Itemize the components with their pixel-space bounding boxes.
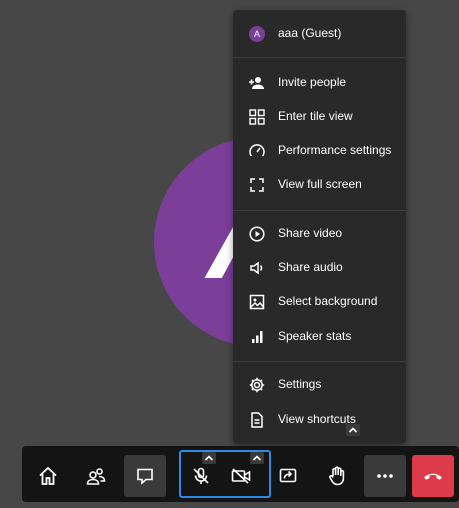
add-person-icon xyxy=(248,74,266,92)
menu-item-settings[interactable]: Settings xyxy=(233,368,406,402)
menu-item-speaker-stats[interactable]: Speaker stats xyxy=(233,320,406,354)
fullscreen-icon xyxy=(248,176,266,194)
bar-chart-icon xyxy=(248,328,266,346)
microphone-options-button[interactable] xyxy=(202,452,216,464)
menu-item-performance-settings[interactable]: Performance settings xyxy=(233,134,406,168)
overflow-menu: A aaa (Guest) Invite people Enter tile v… xyxy=(233,10,406,444)
menu-item-label: Select background xyxy=(278,294,378,308)
participants-icon xyxy=(85,465,107,487)
menu-item-label: Invite people xyxy=(278,75,347,89)
menu-guest-profile[interactable]: A aaa (Guest) xyxy=(233,17,406,51)
guest-name: aaa (Guest) xyxy=(278,26,342,40)
play-circle-icon xyxy=(248,225,266,243)
home-button[interactable] xyxy=(27,455,69,497)
home-icon xyxy=(37,465,59,487)
menu-item-invite-people[interactable]: Invite people xyxy=(233,66,406,100)
menu-divider xyxy=(233,210,406,211)
document-icon xyxy=(248,411,266,429)
menu-item-select-background[interactable]: Select background xyxy=(233,285,406,319)
menu-item-label: Share audio xyxy=(278,260,343,274)
menu-item-view-shortcuts[interactable]: View shortcuts xyxy=(233,403,406,437)
share-screen-icon xyxy=(278,466,298,486)
menu-item-share-audio[interactable]: Share audio xyxy=(233,251,406,285)
menu-item-label: View shortcuts xyxy=(278,412,356,426)
image-icon xyxy=(248,293,266,311)
menu-item-label: Share video xyxy=(278,226,343,240)
guest-avatar: A xyxy=(248,25,266,43)
camera-options-button[interactable] xyxy=(250,452,264,464)
more-actions-button[interactable] xyxy=(364,455,406,497)
menu-item-full-screen[interactable]: View full screen xyxy=(233,168,406,202)
chevron-up-icon xyxy=(252,454,262,462)
share-screen-button[interactable] xyxy=(267,455,309,497)
speaker-icon xyxy=(248,259,266,277)
chat-button[interactable] xyxy=(124,455,166,497)
participants-button[interactable] xyxy=(75,455,117,497)
more-icon xyxy=(376,473,394,479)
raise-hand-button[interactable] xyxy=(316,455,358,497)
menu-divider xyxy=(233,57,406,58)
menu-item-label: Settings xyxy=(278,377,322,391)
menu-item-share-video[interactable]: Share video xyxy=(233,217,406,251)
tile-view-icon xyxy=(248,108,266,126)
menu-item-label: Enter tile view xyxy=(278,109,353,123)
mic-muted-icon xyxy=(191,466,211,486)
chat-icon xyxy=(135,466,155,486)
menu-divider xyxy=(233,361,406,362)
gauge-icon xyxy=(248,142,266,160)
raise-hand-icon xyxy=(327,465,347,487)
leave-meeting-button[interactable] xyxy=(412,455,454,497)
menu-item-tile-view[interactable]: Enter tile view xyxy=(233,100,406,134)
menu-item-label: Performance settings xyxy=(278,143,392,157)
reactions-options-button[interactable] xyxy=(346,424,360,436)
menu-item-label: Speaker stats xyxy=(278,329,352,343)
gear-icon xyxy=(248,376,266,394)
meeting-toolbar xyxy=(22,424,459,502)
camera-off-icon xyxy=(230,466,252,486)
chevron-up-icon xyxy=(204,454,214,462)
chevron-up-icon xyxy=(348,426,358,434)
hangup-icon xyxy=(422,470,444,482)
menu-item-label: View full screen xyxy=(278,177,362,191)
